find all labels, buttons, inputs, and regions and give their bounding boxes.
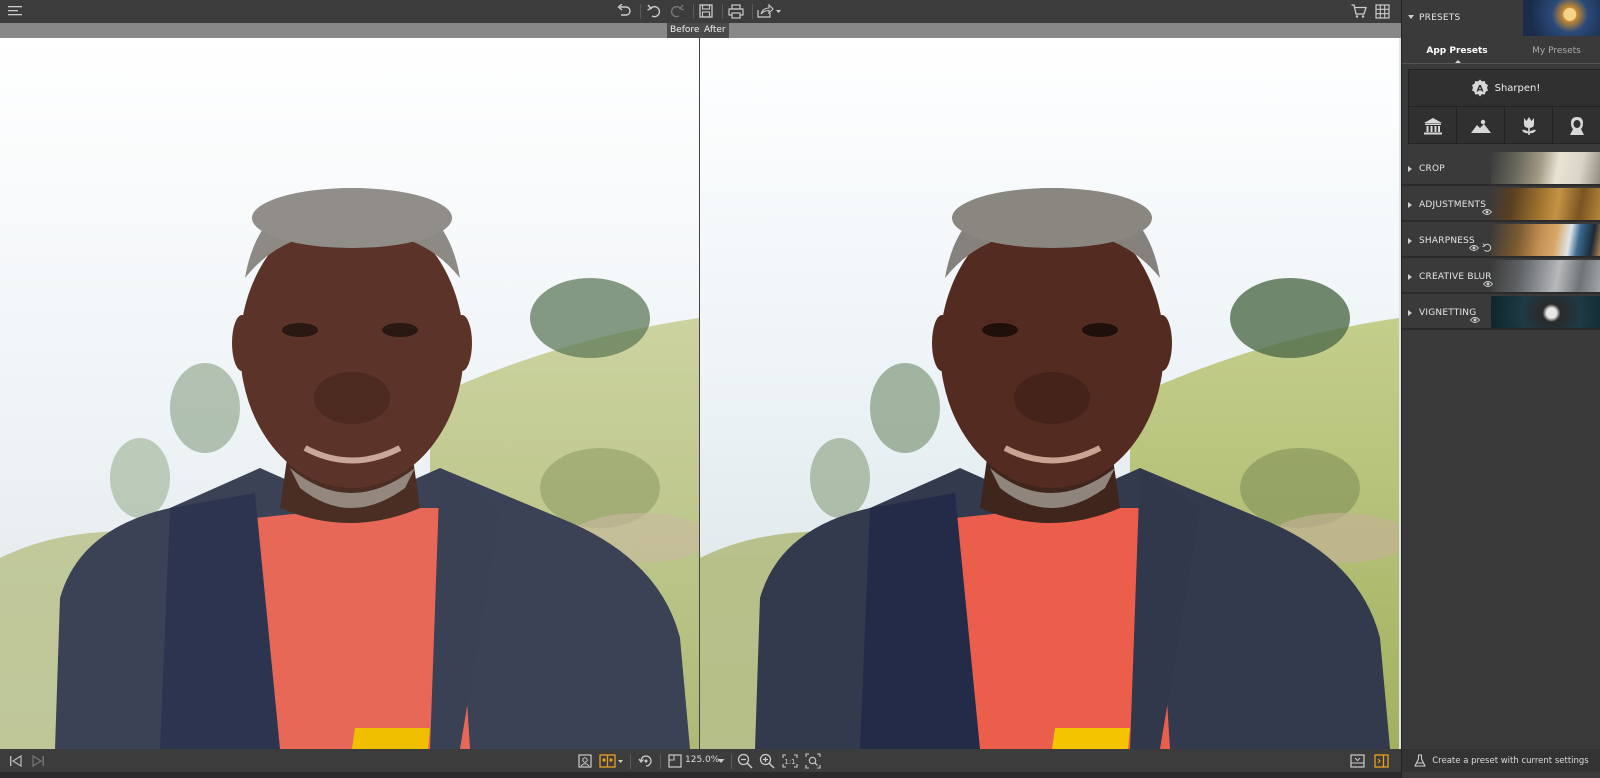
presets-box: A Sharpen! xyxy=(1408,69,1600,144)
zoom-out-icon[interactable] xyxy=(735,751,755,770)
split-view-icon[interactable] xyxy=(598,751,626,770)
zoom-in-icon[interactable] xyxy=(757,751,777,770)
sharpness-thumbnail xyxy=(1491,224,1600,256)
zoom-fit-icon[interactable] xyxy=(803,751,823,770)
auto-sharpen-icon: A xyxy=(1471,79,1489,97)
image-canvas[interactable] xyxy=(0,38,1401,749)
flower-icon[interactable] xyxy=(1505,108,1553,144)
status-strip xyxy=(0,772,1600,778)
section-crop-label: CROP xyxy=(1419,164,1445,174)
portrait-icon[interactable] xyxy=(1553,108,1600,144)
sharpen-label: Sharpen! xyxy=(1494,82,1541,94)
panel-toggle-icon[interactable] xyxy=(1371,751,1391,770)
architecture-icon[interactable] xyxy=(1409,108,1457,144)
create-preset-button[interactable]: Create a preset with current settings xyxy=(1402,749,1600,772)
compare-bar: Before After xyxy=(0,23,1401,38)
fit-screen-icon[interactable] xyxy=(665,751,685,770)
creative-blur-thumbnail xyxy=(1491,260,1600,292)
before-label: Before xyxy=(667,23,703,38)
share-icon[interactable] xyxy=(756,1,784,21)
presets-header[interactable]: PRESETS xyxy=(1402,0,1600,38)
undo-all-icon[interactable] xyxy=(613,1,635,21)
section-crop[interactable]: CROP xyxy=(1402,152,1600,186)
right-panel: PRESETS App Presets My Presets A Sharpen… xyxy=(1401,0,1600,778)
filmstrip-icon[interactable] xyxy=(1347,751,1367,770)
sharpen-preset-button[interactable]: A Sharpen! xyxy=(1409,70,1600,107)
hamburger-icon[interactable] xyxy=(5,1,27,21)
svg-text:A: A xyxy=(1476,85,1483,95)
top-toolbar xyxy=(0,0,1401,23)
grid-icon[interactable] xyxy=(1371,1,1393,21)
svg-text:1:1: 1:1 xyxy=(784,758,795,766)
section-vignetting-label: VIGNETTING xyxy=(1419,308,1477,318)
section-adjustments-label: ADJUSTMENTS xyxy=(1419,200,1487,210)
presets-tabs: App Presets My Presets xyxy=(1402,38,1600,64)
undo-icon[interactable] xyxy=(643,1,665,21)
adjustments-visibility-icon[interactable] xyxy=(1481,201,1493,215)
bottom-toolbar: 125.0% 1:1 xyxy=(0,749,1401,772)
after-label: After xyxy=(701,23,729,38)
creative-blur-visibility-icon[interactable] xyxy=(1482,273,1494,287)
presets-title: PRESETS xyxy=(1419,13,1461,23)
before-image[interactable] xyxy=(0,38,699,749)
section-vignetting[interactable]: VIGNETTING xyxy=(1402,296,1600,330)
print-icon[interactable] xyxy=(725,1,747,21)
vignetting-visibility-icon[interactable] xyxy=(1469,309,1481,323)
first-image-icon[interactable] xyxy=(6,751,26,770)
app-window: Before After 125.0% 1:1 PRESETS App Pres… xyxy=(0,0,1600,778)
section-sharpness-label: SHARPNESS xyxy=(1419,236,1475,246)
zoom-dropdown-icon[interactable] xyxy=(716,751,726,770)
section-creative-blur-label: CREATIVE BLUR xyxy=(1419,272,1492,282)
flask-icon xyxy=(1414,754,1427,767)
crop-thumbnail xyxy=(1491,152,1600,184)
landscape-icon[interactable] xyxy=(1457,108,1505,144)
create-preset-label: Create a preset with current settings xyxy=(1432,755,1589,766)
single-view-icon[interactable] xyxy=(575,751,595,770)
sharpness-reset-icon[interactable] xyxy=(1482,237,1492,252)
section-adjustments[interactable]: ADJUSTMENTS xyxy=(1402,188,1600,222)
presets-thumbnail xyxy=(1523,0,1600,36)
after-image[interactable] xyxy=(700,38,1399,749)
adjustments-thumbnail xyxy=(1491,188,1600,220)
section-sharpness[interactable]: SHARPNESS xyxy=(1402,224,1600,258)
actual-size-icon[interactable]: 1:1 xyxy=(780,751,800,770)
zoom-level[interactable]: 125.0% xyxy=(685,749,719,772)
section-creative-blur[interactable]: CREATIVE BLUR xyxy=(1402,260,1600,294)
rotate-icon[interactable] xyxy=(636,751,656,770)
next-image-icon[interactable] xyxy=(28,751,48,770)
cart-icon[interactable] xyxy=(1348,1,1370,21)
redo-icon[interactable] xyxy=(666,1,688,21)
save-icon[interactable] xyxy=(695,1,717,21)
sharpness-visibility-icon[interactable] xyxy=(1468,237,1480,251)
vignetting-thumbnail xyxy=(1491,296,1600,328)
tab-my-presets[interactable]: My Presets xyxy=(1512,38,1600,64)
